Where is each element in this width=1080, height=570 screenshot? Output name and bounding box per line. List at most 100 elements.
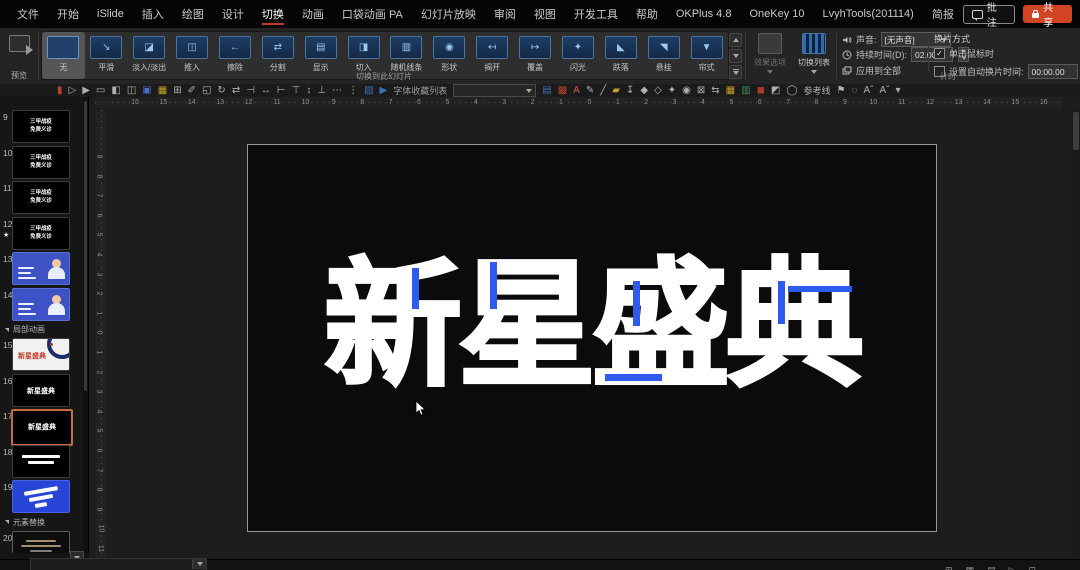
rotate-icon[interactable]: ↻ bbox=[217, 86, 225, 96]
slide-thumbnail-13[interactable] bbox=[12, 252, 70, 285]
slide-thumbnail-18[interactable] bbox=[12, 445, 70, 478]
menu-视图[interactable]: 视图 bbox=[525, 0, 565, 28]
menu-设计[interactable]: 设计 bbox=[213, 0, 253, 28]
accent-bar-4[interactable] bbox=[778, 281, 785, 324]
footer-dropdown-icon[interactable] bbox=[192, 559, 206, 569]
slide-thumbnail-16[interactable]: 新星盛典 bbox=[12, 374, 70, 407]
animation-stamp-icon[interactable]: ⚑ bbox=[837, 86, 846, 96]
format-painter-icon[interactable]: ✐ bbox=[188, 86, 196, 96]
menu-OKPlus 4.8[interactable]: OKPlus 4.8 bbox=[667, 0, 741, 28]
table-icon[interactable]: ▦ bbox=[726, 86, 735, 96]
accent-bar-5[interactable] bbox=[788, 286, 852, 292]
eyedropper-icon[interactable]: ↧ bbox=[626, 86, 634, 96]
gallery-scroll-down-icon[interactable] bbox=[729, 49, 742, 63]
layout-icon[interactable]: ◧ bbox=[111, 86, 120, 96]
more-tools-icon[interactable]: ▾ bbox=[895, 86, 900, 96]
slide-title-text[interactable]: 新星盛典 bbox=[248, 257, 936, 395]
swap-icon[interactable]: ⇆ bbox=[711, 86, 719, 96]
highlighter-icon[interactable]: ▰ bbox=[612, 86, 620, 96]
panel-scrollbar[interactable] bbox=[83, 97, 88, 553]
gallery-scroll-up-icon[interactable] bbox=[729, 33, 742, 47]
shape-effects-icon[interactable]: ✦ bbox=[668, 86, 676, 96]
align-left-icon[interactable]: ⊣ bbox=[246, 86, 255, 96]
slide-thumbnail-11[interactable]: 三甲战疫免费义诊 bbox=[12, 181, 70, 214]
color-palette-icon[interactable]: ▦ bbox=[158, 86, 167, 96]
font-color-icon[interactable]: A bbox=[573, 86, 580, 96]
normal-view-icon[interactable]: ⊞ bbox=[945, 565, 953, 570]
checkbox-checked-icon[interactable]: ✓ bbox=[934, 48, 945, 59]
align-right-icon[interactable]: ⊢ bbox=[277, 86, 286, 96]
duplicate-icon[interactable]: ◱ bbox=[202, 86, 211, 96]
crop-icon[interactable]: ⊠ bbox=[697, 86, 705, 96]
preview-icon[interactable] bbox=[9, 35, 30, 52]
slide-thumbnail-20[interactable] bbox=[12, 531, 70, 554]
accent-bar-3[interactable] bbox=[633, 281, 640, 326]
theme-icon[interactable]: ▣ bbox=[142, 86, 151, 96]
accent-bar-1[interactable] bbox=[412, 268, 419, 309]
menu-幻灯片放映[interactable]: 幻灯片放映 bbox=[412, 0, 485, 28]
slideshow-current-icon[interactable]: ▶ bbox=[82, 86, 90, 96]
accent-bar-6[interactable] bbox=[605, 374, 662, 381]
new-slide-icon[interactable]: ▭ bbox=[96, 86, 105, 96]
menu-帮助[interactable]: 帮助 bbox=[627, 0, 667, 28]
zoom-fit-icon[interactable]: ⊡ bbox=[1029, 565, 1037, 570]
menu-口袋动画 PA[interactable]: 口袋动画 PA bbox=[333, 0, 412, 28]
slide-sorter-icon[interactable]: ▦ bbox=[966, 565, 975, 570]
menu-开发工具[interactable]: 开发工具 bbox=[565, 0, 627, 28]
align-center-icon[interactable]: ↔ bbox=[261, 86, 271, 96]
share-button[interactable]: 共享 bbox=[1023, 5, 1072, 23]
slideshow-view-icon[interactable]: ▷ bbox=[1009, 565, 1016, 570]
screenshot-icon[interactable]: ▩ bbox=[558, 86, 567, 96]
menu-开始[interactable]: 开始 bbox=[48, 0, 88, 28]
guides-toggle[interactable]: 参考线 bbox=[804, 84, 831, 97]
slide-thumbnail-17[interactable]: 新星盛典 bbox=[11, 409, 73, 446]
merge-shapes-icon[interactable]: ◉ bbox=[682, 86, 691, 96]
shape-fill-icon[interactable]: ◆ bbox=[640, 86, 648, 96]
gallery-more-icon[interactable] bbox=[729, 65, 742, 79]
menu-iSlide[interactable]: iSlide bbox=[88, 0, 133, 28]
align-middle-icon[interactable]: ↕ bbox=[306, 86, 311, 96]
copy-icon[interactable]: ⊞ bbox=[173, 86, 181, 96]
comment-button[interactable]: 批注 bbox=[963, 5, 1016, 24]
section-header-局部动画[interactable]: 局部动画 bbox=[5, 324, 45, 335]
menu-绘图[interactable]: 绘图 bbox=[173, 0, 213, 28]
slide-thumbnail-14[interactable] bbox=[12, 288, 70, 321]
pen-icon[interactable]: ✎ bbox=[586, 86, 594, 96]
cube-icon[interactable]: ◼ bbox=[757, 86, 765, 96]
slide-thumbnail-10[interactable]: 三甲战疫免费义诊 bbox=[12, 146, 70, 179]
chart-icon[interactable]: ▥ bbox=[741, 86, 750, 96]
effect-options-button[interactable]: 效果选项 bbox=[749, 31, 791, 79]
menu-动画[interactable]: 动画 bbox=[293, 0, 333, 28]
lasso-icon[interactable]: ◌ bbox=[852, 86, 858, 96]
menu-文件[interactable]: 文件 bbox=[8, 0, 48, 28]
align-bottom-icon[interactable]: ⊥ bbox=[317, 86, 326, 96]
slide-canvas[interactable]: 新星盛典 bbox=[247, 144, 937, 532]
menu-插入[interactable]: 插入 bbox=[133, 0, 173, 28]
font-increase-icon[interactable]: Aˆ bbox=[863, 86, 873, 96]
flip-icon[interactable]: ⇄ bbox=[232, 86, 240, 96]
mask-icon[interactable]: ◯ bbox=[786, 86, 797, 96]
reading-view-icon[interactable]: ▤ bbox=[987, 565, 996, 570]
media-icon[interactable]: ▶ bbox=[380, 86, 388, 96]
picture-icon[interactable]: ▨ bbox=[364, 86, 373, 96]
align-top-icon[interactable]: ⊤ bbox=[292, 86, 301, 96]
section-header-元素替换[interactable]: 元素替换 bbox=[5, 517, 45, 528]
color-scheme-icon[interactable]: ▮ bbox=[57, 86, 63, 96]
panel-footer-box[interactable] bbox=[30, 558, 207, 570]
image-effect-icon[interactable]: ◩ bbox=[771, 86, 780, 96]
slide-thumbnail-12[interactable]: 三甲战疫免费义诊 bbox=[12, 217, 70, 250]
slide-thumbnail-9[interactable]: 三甲战疫免费义诊 bbox=[12, 110, 70, 143]
canvas-scrollbar[interactable] bbox=[1072, 110, 1080, 560]
distribute-v-icon[interactable]: ⋮ bbox=[348, 86, 358, 96]
font-collection-dropdown[interactable] bbox=[453, 84, 536, 97]
slideshow-from-start-icon[interactable]: ▷ bbox=[69, 86, 77, 96]
ink-pen-icon[interactable]: ╱ bbox=[600, 86, 606, 96]
menu-简报[interactable]: 简报 bbox=[923, 0, 963, 28]
menu-审阅[interactable]: 审阅 bbox=[485, 0, 525, 28]
insert-picture-icon[interactable]: ▤ bbox=[542, 86, 551, 96]
font-decrease-icon[interactable]: Aˇ bbox=[879, 86, 889, 96]
transition-list-button[interactable]: 切换列表 bbox=[793, 31, 835, 79]
on-click-checkbox-row[interactable]: ✓ 单击鼠标时 bbox=[934, 47, 994, 60]
slide-thumbnail-15[interactable]: 新星盛典 bbox=[12, 338, 70, 371]
accent-bar-2[interactable] bbox=[490, 262, 497, 309]
